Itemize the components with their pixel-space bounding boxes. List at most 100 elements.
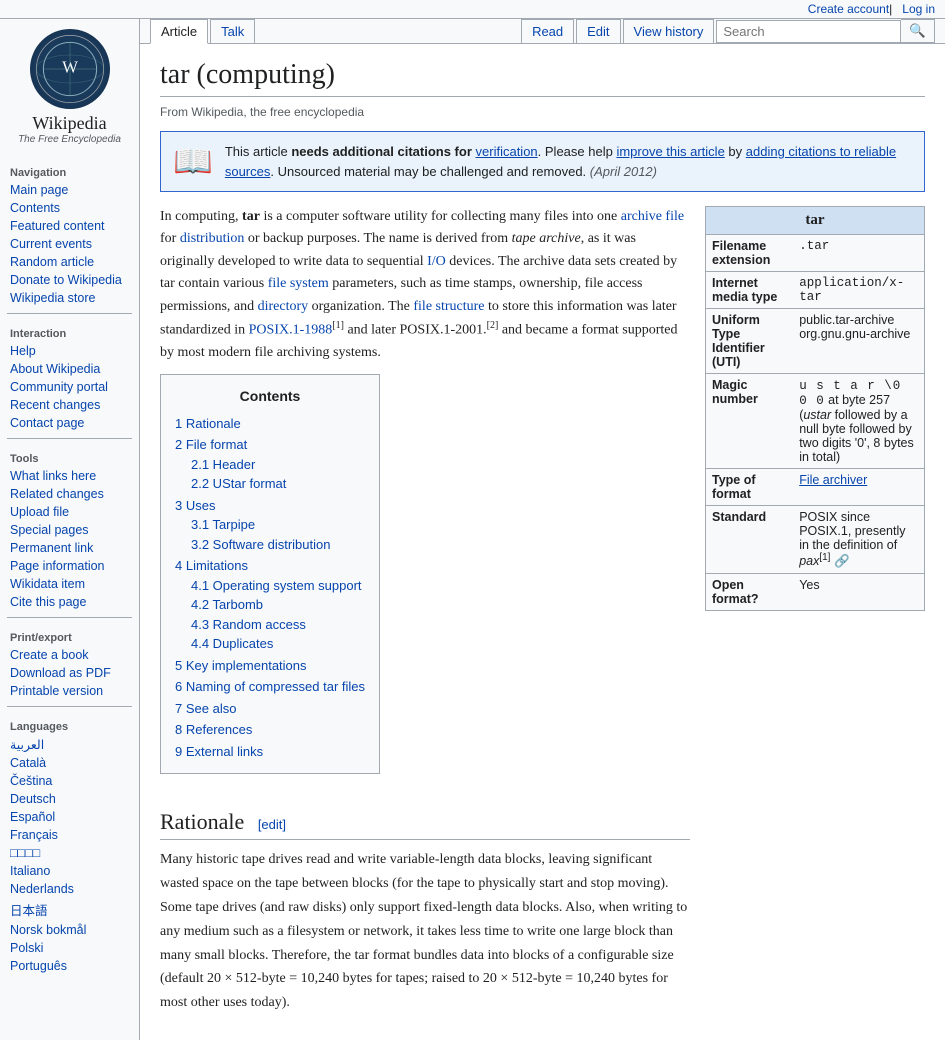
toc-link-3-1[interactable]: 3.1 Tarpipe [191,517,255,532]
sidebar-item-related-changes[interactable]: Related changes [5,485,134,503]
io-link[interactable]: I/O [427,254,446,269]
sidebar-item-norsk[interactable]: Norsk bokmål [5,921,134,939]
log-in-link[interactable]: Log in [902,2,935,16]
notice-verify-link[interactable]: verification [476,144,538,159]
infobox-label-filename: Filename extension [706,235,793,272]
sidebar-item-upload[interactable]: Upload file [5,503,134,521]
sidebar-item-featured-content[interactable]: Featured content [5,217,134,235]
toc-link-4-1[interactable]: 4.1 Operating system support [191,578,362,593]
rationale-edit-link[interactable]: [edit] [258,817,286,832]
create-account-link[interactable]: Create account [808,2,889,16]
toc-link-2-2[interactable]: 2.2 UStar format [191,476,286,491]
list-item: 9 External links [175,742,365,762]
toc-link-4-4[interactable]: 4.4 Duplicates [191,636,273,651]
sidebar-item-lang4[interactable]: □□□□ [5,844,134,862]
sidebar-item-store[interactable]: Wikipedia store [5,289,134,307]
sidebar-item-create-book[interactable]: Create a book [5,646,134,664]
table-row: Open format? Yes [706,574,924,611]
sidebar-item-recent-changes[interactable]: Recent changes [5,396,134,414]
toc-link-6[interactable]: 6 Naming of compressed tar files [175,679,365,694]
toc-link-5[interactable]: 5 Key implementations [175,658,307,673]
toc-link-4-2[interactable]: 4.2 Tarbomb [191,597,263,612]
sidebar-item-page-info[interactable]: Page information [5,557,134,575]
sidebar-item-polski[interactable]: Polski [5,939,134,957]
infobox-label-media: Internet media type [706,272,793,309]
sidebar-item-nederlands[interactable]: Nederlands [5,880,134,898]
list-item: 4.1 Operating system support [191,576,365,596]
infobox-table: Filename extension .tar Internet media t… [706,234,924,610]
article-body: In computing, tar is a computer software… [160,206,925,1025]
sidebar-item-francais[interactable]: Français [5,826,134,844]
infobox-label-open: Open format? [706,574,793,611]
toc-link-7[interactable]: 7 See also [175,701,236,716]
file-structure-link[interactable]: file structure [413,299,484,314]
sidebar-item-catala[interactable]: Català [5,754,134,772]
directory-link[interactable]: directory [258,299,309,314]
sidebar-item-arabic[interactable]: العربية [5,735,134,754]
file-archiver-link[interactable]: File archiver [799,473,867,487]
table-of-contents: Contents 1 Rationale 2 File format 2.1 H… [160,374,380,774]
toc-link-1[interactable]: 1 Rationale [175,416,241,431]
tab-talk[interactable]: Talk [210,19,255,43]
sidebar-item-help[interactable]: Help [5,342,134,360]
navigation-section: Navigation Main page Contents Featured c… [5,165,134,307]
sidebar-item-pdf[interactable]: Download as PDF [5,664,134,682]
search-button[interactable]: 🔍 [901,19,935,43]
sidebar-item-contents[interactable]: Contents [5,199,134,217]
logo-area: W Wikipedia The Free Encyclopedia [5,29,134,153]
sidebar-item-wikidata[interactable]: Wikidata item [5,575,134,593]
notice-improve-link[interactable]: improve this article [616,144,724,159]
sidebar-item-cestina[interactable]: Čeština [5,772,134,790]
sidebar-item-cite[interactable]: Cite this page [5,593,134,611]
sidebar-item-about[interactable]: About Wikipedia [5,360,134,378]
rationale-text: Many historic tape drives read and write… [160,848,690,1015]
list-item: 4.2 Tarbomb [191,595,365,615]
sidebar-item-italiano[interactable]: Italiano [5,862,134,880]
sidebar-item-random-article[interactable]: Random article [5,253,134,271]
toc-link-3[interactable]: 3 Uses [175,498,215,513]
distribution-link[interactable]: distribution [180,231,245,246]
filesystem-link[interactable]: file system [268,276,329,291]
sidebar-item-community-portal[interactable]: Community portal [5,378,134,396]
toc-link-4[interactable]: 4 Limitations [175,558,248,573]
sidebar-item-permanent[interactable]: Permanent link [5,539,134,557]
sidebar-item-donate[interactable]: Donate to Wikipedia [5,271,134,289]
toc-link-3-2[interactable]: 3.2 Software distribution [191,537,330,552]
sidebar-item-special[interactable]: Special pages [5,521,134,539]
sidebar-item-japanese[interactable]: 日本語 [5,898,134,921]
sidebar-item-what-links[interactable]: What links here [5,467,134,485]
toc-link-2-1[interactable]: 2.1 Header [191,457,255,472]
sidebar-item-portugues[interactable]: Português [5,957,134,975]
tab-read[interactable]: Read [521,19,574,43]
sidebar-item-current-events[interactable]: Current events [5,235,134,253]
list-item: 2.1 Header [191,455,365,475]
list-item: 3.2 Software distribution [191,535,365,555]
list-item: 8 References [175,720,365,740]
tab-view-history[interactable]: View history [623,19,715,43]
infobox-value-media: application/x-tar [793,272,924,309]
tab-article[interactable]: Article [150,19,208,44]
interaction-section: Interaction Help About Wikipedia Communi… [5,326,134,432]
toc-link-2[interactable]: 2 File format [175,437,247,452]
infobox-value-type: File archiver [793,469,924,506]
archive-file-link[interactable]: archive file [621,209,684,224]
search-input[interactable] [716,20,901,43]
table-row: Type of format File archiver [706,469,924,506]
sidebar-item-contact[interactable]: Contact page [5,414,134,432]
tab-group-left: Article Talk [150,19,257,43]
table-row: Internet media type application/x-tar [706,272,924,309]
toc-link-8[interactable]: 8 References [175,722,252,737]
toc-link-4-3[interactable]: 4.3 Random access [191,617,306,632]
tab-edit[interactable]: Edit [576,19,620,43]
sidebar-item-deutsch[interactable]: Deutsch [5,790,134,808]
sidebar-item-espanol[interactable]: Español [5,808,134,826]
posix-link[interactable]: POSIX.1-1988 [249,323,333,338]
list-item: 4 Limitations 4.1 Operating system suppo… [175,556,365,654]
sidebar-item-printable[interactable]: Printable version [5,682,134,700]
toc-link-9[interactable]: 9 External links [175,744,263,759]
print-section: Print/export Create a book Download as P… [5,630,134,700]
list-item: 4.4 Duplicates [191,634,365,654]
sidebar-item-main-page[interactable]: Main page [5,181,134,199]
print-label: Print/export [5,630,134,646]
article-text: In computing, tar is a computer software… [160,206,690,1025]
